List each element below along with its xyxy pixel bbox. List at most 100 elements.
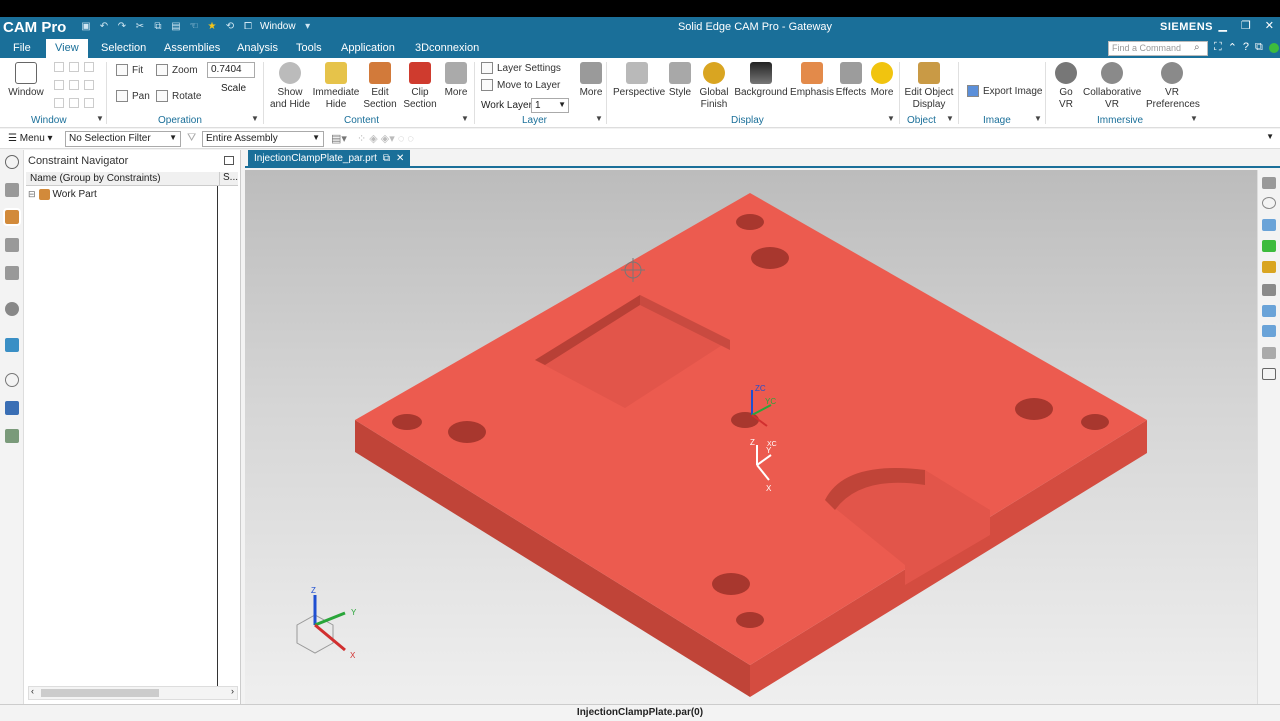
filter-icon[interactable]: ⛛ <box>187 132 196 145</box>
chevron-down-icon[interactable]: ▼ <box>461 114 469 123</box>
layout-icon[interactable] <box>84 98 94 108</box>
tab-selection[interactable]: Selection <box>101 42 146 54</box>
emphasis-button[interactable]: Emphasis <box>790 62 834 99</box>
collapse-ribbon-icon[interactable]: ⌃ <box>1228 41 1237 54</box>
pan-button[interactable]: Pan <box>116 90 150 102</box>
horizontal-scrollbar[interactable]: ‹ › <box>28 686 238 700</box>
chevron-down-icon[interactable]: ▼ <box>1266 132 1274 141</box>
model-canvas[interactable]: ZC YC Z Y X XC Z Y X <box>245 170 1257 704</box>
tab-assemblies[interactable]: Assemblies <box>164 42 220 54</box>
edit-section-button[interactable]: Edit Section <box>360 62 400 111</box>
edit-object-display-button[interactable]: Edit Object Display <box>904 62 954 111</box>
selection-tools-icon[interactable]: ▤▾ <box>331 132 347 145</box>
web-browser-icon[interactable] <box>5 338 19 352</box>
fit-button[interactable]: Fit <box>116 64 143 76</box>
reuse-library-icon[interactable] <box>5 266 19 280</box>
tab-application[interactable]: Application <box>341 42 395 54</box>
layer-more-button[interactable]: More <box>576 62 606 99</box>
layout-icon[interactable] <box>84 80 94 90</box>
chevron-left-icon[interactable]: ‹ <box>31 686 34 696</box>
close-icon[interactable]: ✕ <box>396 153 404 165</box>
minimize-icon[interactable]: ▁ <box>1218 19 1226 32</box>
tab-tools[interactable]: Tools <box>296 42 322 54</box>
part-navigator-icon[interactable] <box>5 183 19 197</box>
background-button[interactable]: Background <box>734 62 788 99</box>
restore-icon[interactable]: ❐ <box>1241 19 1251 32</box>
collapse-icon[interactable]: ⊟ <box>28 189 36 200</box>
chevron-down-icon[interactable]: ▼ <box>946 114 954 123</box>
column-header-status[interactable]: S... <box>219 172 238 186</box>
pin-icon[interactable] <box>5 401 19 415</box>
constraint-navigator-icon[interactable] <box>3 208 21 226</box>
show-and-hide-button[interactable]: Show and Hide <box>270 62 310 111</box>
float-icon[interactable]: ⧉ <box>383 153 390 165</box>
section-icon[interactable] <box>1262 347 1276 359</box>
layout-icon[interactable] <box>69 98 79 108</box>
close-icon[interactable]: ✕ <box>1265 19 1274 32</box>
chevron-down-icon[interactable]: ▼ <box>251 114 259 123</box>
export-image-button[interactable]: Export Image <box>967 85 1042 97</box>
zoom-button[interactable]: Zoom <box>156 64 198 76</box>
process-studio-icon[interactable] <box>5 429 19 443</box>
chevron-down-icon[interactable]: ▼ <box>887 114 895 123</box>
go-vr-button[interactable]: Go VR <box>1052 62 1080 111</box>
tab-3dconnexion[interactable]: 3Dconnexion <box>415 42 479 54</box>
vr-preferences-button[interactable]: VR Preferences <box>1146 62 1200 111</box>
history-icon[interactable] <box>5 373 19 387</box>
search-icon[interactable]: ⌕ <box>1194 42 1200 53</box>
chevron-down-icon[interactable]: ▼ <box>1034 114 1042 123</box>
restore-icon[interactable]: ⧉ <box>1255 41 1263 54</box>
graphics-window[interactable]: ZC YC Z Y X XC Z Y X <box>245 170 1257 704</box>
frame-icon[interactable] <box>1262 368 1276 380</box>
assembly-navigator-icon[interactable] <box>5 238 19 252</box>
window-button[interactable]: Window <box>8 62 44 99</box>
perspective-button[interactable]: Perspective <box>613 62 665 99</box>
show-icon[interactable] <box>1262 240 1276 252</box>
clip-section-button[interactable]: Clip Section <box>401 62 439 111</box>
style-button[interactable]: Style <box>665 62 695 99</box>
maximize-icon[interactable] <box>224 156 234 165</box>
selection-filter-select[interactable]: No Selection Filter ▼ <box>65 131 181 147</box>
content-more-button[interactable]: More <box>441 62 471 99</box>
help-icon[interactable]: ? <box>1243 41 1249 54</box>
layout-icon[interactable] <box>54 98 64 108</box>
layout-icon[interactable] <box>69 62 79 72</box>
chevron-right-icon[interactable]: › <box>231 686 234 696</box>
column-header-name[interactable]: Name (Group by Constraints) <box>30 173 161 184</box>
highlight-icon[interactable] <box>1262 261 1276 273</box>
layer-icon[interactable] <box>1262 325 1276 337</box>
global-finish-button[interactable]: Global Finish <box>697 62 731 111</box>
tab-analysis[interactable]: Analysis <box>237 42 278 54</box>
view-orient-icon[interactable] <box>1262 177 1276 189</box>
scrollbar-thumb[interactable] <box>41 689 159 697</box>
chevron-down-icon[interactable]: ▼ <box>1190 114 1198 123</box>
display-more-button[interactable]: More <box>868 62 896 99</box>
rotate-button[interactable]: Rotate <box>156 90 201 102</box>
collaborative-vr-button[interactable]: Collaborative VR <box>1083 62 1141 111</box>
layout-icon[interactable] <box>54 80 64 90</box>
layout-icon[interactable] <box>54 62 64 72</box>
roles-icon[interactable] <box>5 302 19 316</box>
tree-row[interactable]: ⊟ Work Part <box>28 189 97 200</box>
chevron-down-icon[interactable]: ▼ <box>595 114 603 123</box>
move-icon[interactable] <box>1262 284 1276 296</box>
tab-view[interactable]: View <box>46 39 88 58</box>
hide-icon[interactable] <box>1262 197 1276 209</box>
menu-button[interactable]: ☰ Menu ▾ <box>8 133 53 144</box>
snap-tools-icon[interactable]: ⁘ ◈ ◈▾ ◌ ◌ <box>357 132 414 145</box>
layer-settings-button[interactable]: Layer Settings <box>481 62 561 74</box>
fullscreen-icon[interactable]: ⛶ <box>1214 41 1222 54</box>
effects-button[interactable]: Effects <box>835 62 867 99</box>
work-layer-select[interactable]: 1 ▼ <box>531 98 569 113</box>
layout-icon[interactable] <box>84 62 94 72</box>
gear-icon[interactable] <box>5 155 19 169</box>
immediate-hide-button[interactable]: Immediate Hide <box>312 62 360 111</box>
layer-icon[interactable] <box>1262 219 1276 231</box>
tab-file[interactable]: File <box>13 42 31 54</box>
layout-icon[interactable] <box>69 80 79 90</box>
scope-select[interactable]: Entire Assembly ▼ <box>202 131 324 147</box>
move-to-layer-button[interactable]: Move to Layer <box>481 79 560 91</box>
find-command-input[interactable]: Find a Command <box>1108 41 1208 56</box>
document-tab[interactable]: InjectionClampPlate_par.prt ⧉ ✕ <box>248 150 411 168</box>
scale-input[interactable]: 0.7404 <box>207 62 255 78</box>
